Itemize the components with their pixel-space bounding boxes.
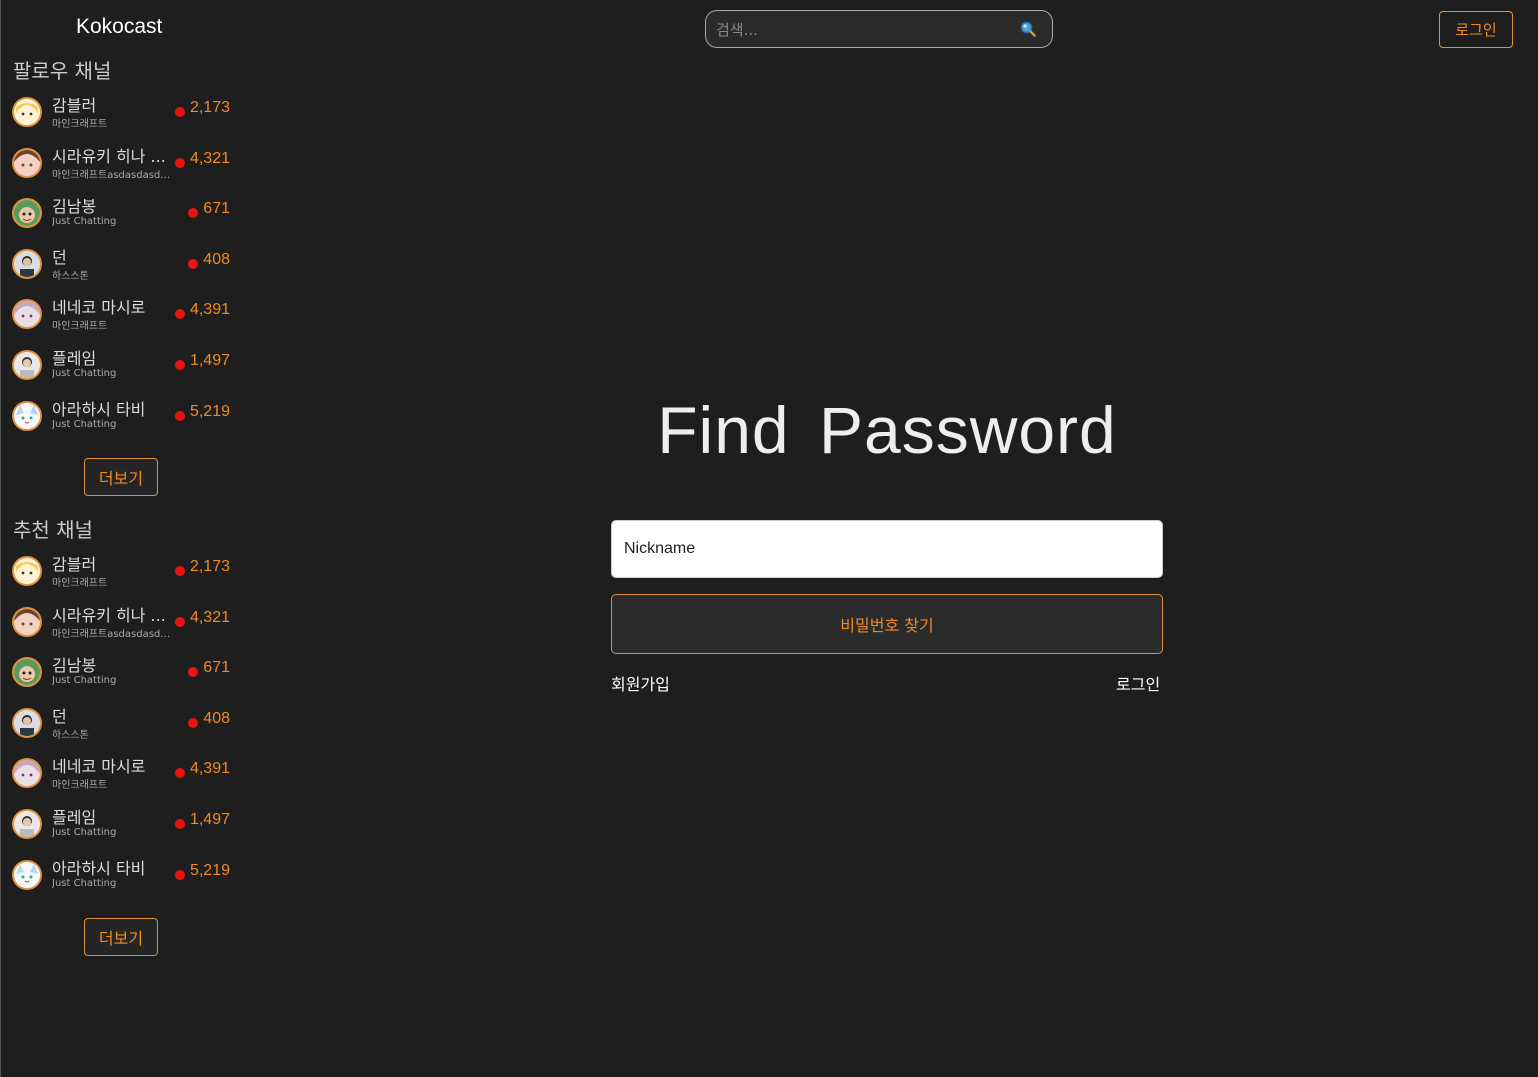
avatar xyxy=(12,198,42,229)
search-icon[interactable] xyxy=(1020,21,1036,37)
avatar xyxy=(12,758,42,789)
avatar xyxy=(12,809,42,839)
channel-item[interactable]: 네네코 마시로마인크래프트 4,391 xyxy=(12,296,230,336)
channel-item[interactable]: 시라유키 히나 ... 마인크래프트asdasdasda... 4,321 xyxy=(12,145,230,185)
channel-item[interactable]: 시라유키 히나 ... 마인크래프트asdasdasda... 4,321 xyxy=(12,604,230,644)
channel-name: 플레임 xyxy=(52,808,97,827)
avatar xyxy=(12,859,42,890)
login-button[interactable]: 로그인 xyxy=(1439,11,1513,48)
live-indicator-icon xyxy=(188,667,198,678)
avatar xyxy=(12,657,42,688)
channel-item[interactable]: 김남봉 Just Chatting 671 xyxy=(12,654,230,694)
login-link[interactable]: 로그인 xyxy=(1116,671,1160,695)
avatar xyxy=(12,707,42,738)
channel-name: 플레임 xyxy=(52,349,97,368)
channel-name: 아라하시 타비 xyxy=(52,399,146,419)
channel-category: 마인크래프트 xyxy=(52,578,108,589)
avatar xyxy=(12,97,42,127)
viewer-count: 4,321 xyxy=(189,608,230,626)
page-title: Find Password xyxy=(657,393,1117,467)
avatar xyxy=(12,147,42,178)
live-indicator-icon xyxy=(188,208,198,219)
channel-category: Just Chatting xyxy=(52,675,117,687)
live-indicator-icon xyxy=(175,616,185,627)
viewer-count: 4,391 xyxy=(189,301,230,319)
live-indicator-icon xyxy=(175,360,185,370)
channel-name: 감블러 xyxy=(52,555,97,574)
live-indicator-icon xyxy=(175,869,185,880)
live-indicator-icon xyxy=(188,258,198,269)
channel-item[interactable]: 플레임 Just Chatting 1,497 xyxy=(12,347,230,387)
channel-category: 마인크래프트asdasdasda... xyxy=(52,628,174,640)
viewer-count: 2,173 xyxy=(189,558,230,575)
window-edge xyxy=(0,0,1,1077)
channel-item[interactable]: 던하스스톤 408 xyxy=(12,705,230,745)
channel-category: Just Chatting xyxy=(52,827,117,838)
channel-category: Just Chatting xyxy=(52,877,117,889)
channel-item[interactable]: 아라하시 타비 Just Chatting 5,219 xyxy=(12,857,230,897)
channel-category: 마인크래프트 xyxy=(52,321,108,333)
channel-category: Just Chatting xyxy=(52,418,117,430)
viewer-count: 4,391 xyxy=(189,760,230,778)
channel-item[interactable]: 네네코 마시로마인크래프트 4,391 xyxy=(12,755,230,795)
follow-channels-title: 팔로우 채널 xyxy=(13,59,112,83)
channel-category: Just Chatting xyxy=(52,368,117,379)
viewer-count: 2,173 xyxy=(189,99,230,116)
signup-link[interactable]: 회원가입 xyxy=(611,671,670,695)
viewer-count: 1,497 xyxy=(189,811,230,828)
viewer-count: 4,321 xyxy=(189,149,230,167)
channel-item[interactable]: 김남봉 Just Chatting 671 xyxy=(12,195,230,235)
brand-logo[interactable]: Kokocast xyxy=(76,15,162,39)
avatar xyxy=(12,400,42,431)
follow-more-button[interactable]: 더보기 xyxy=(84,458,158,496)
avatar xyxy=(12,606,42,637)
channel-name: 김남봉 xyxy=(52,656,97,676)
channel-category: 하스스톤 xyxy=(52,270,89,282)
viewer-count: 408 xyxy=(203,709,230,727)
live-indicator-icon xyxy=(175,819,185,829)
channel-name: 시라유키 히나 ... xyxy=(52,146,166,166)
find-password-button[interactable]: 비밀번호 찾기 xyxy=(611,594,1163,654)
viewer-count: 5,219 xyxy=(189,402,230,420)
channel-item[interactable]: 감블러마인크래프트 2,173 xyxy=(12,553,230,593)
avatar xyxy=(12,299,42,330)
viewer-count: 408 xyxy=(203,250,230,268)
avatar xyxy=(12,350,42,380)
channel-item[interactable]: 감블러마인크래프트 2,173 xyxy=(12,94,230,134)
channel-name: 던 xyxy=(52,706,67,726)
channel-name: 시라유키 히나 ... xyxy=(52,605,166,625)
channel-name: 네네코 마시로 xyxy=(52,757,146,777)
recommend-more-button[interactable]: 더보기 xyxy=(84,918,158,956)
channel-category: Just Chatting xyxy=(52,216,117,228)
channel-category: 하스스톤 xyxy=(52,729,89,741)
live-indicator-icon xyxy=(175,157,185,168)
nickname-input[interactable] xyxy=(611,520,1163,578)
recommend-channels-title: 추천 채널 xyxy=(13,518,93,542)
channel-name: 네네코 마시로 xyxy=(52,298,146,318)
channel-item[interactable]: 던하스스톤 408 xyxy=(12,246,230,286)
channel-name: 아라하시 타비 xyxy=(52,858,146,878)
channel-name: 감블러 xyxy=(52,96,97,115)
live-indicator-icon xyxy=(188,717,198,728)
live-indicator-icon xyxy=(175,768,185,779)
channel-item[interactable]: 플레임 Just Chatting 1,497 xyxy=(12,806,230,846)
live-indicator-icon xyxy=(175,309,185,320)
live-indicator-icon xyxy=(175,566,185,576)
viewer-count: 671 xyxy=(203,200,230,218)
channel-item[interactable]: 아라하시 타비 Just Chatting 5,219 xyxy=(12,398,230,438)
search-bar[interactable] xyxy=(705,10,1053,48)
channel-category: 마인크래프트asdasdasda... xyxy=(52,169,174,181)
live-indicator-icon xyxy=(175,410,185,421)
viewer-count: 5,219 xyxy=(189,861,230,879)
channel-name: 던 xyxy=(52,247,67,267)
viewer-count: 671 xyxy=(203,659,230,677)
search-input[interactable] xyxy=(714,18,1008,42)
channel-category: 마인크래프트 xyxy=(52,119,108,130)
viewer-count: 1,497 xyxy=(189,352,230,369)
channel-category: 마인크래프트 xyxy=(52,780,108,792)
avatar xyxy=(12,248,42,279)
channel-name: 김남봉 xyxy=(52,197,97,217)
avatar xyxy=(12,556,42,586)
live-indicator-icon xyxy=(175,107,185,117)
